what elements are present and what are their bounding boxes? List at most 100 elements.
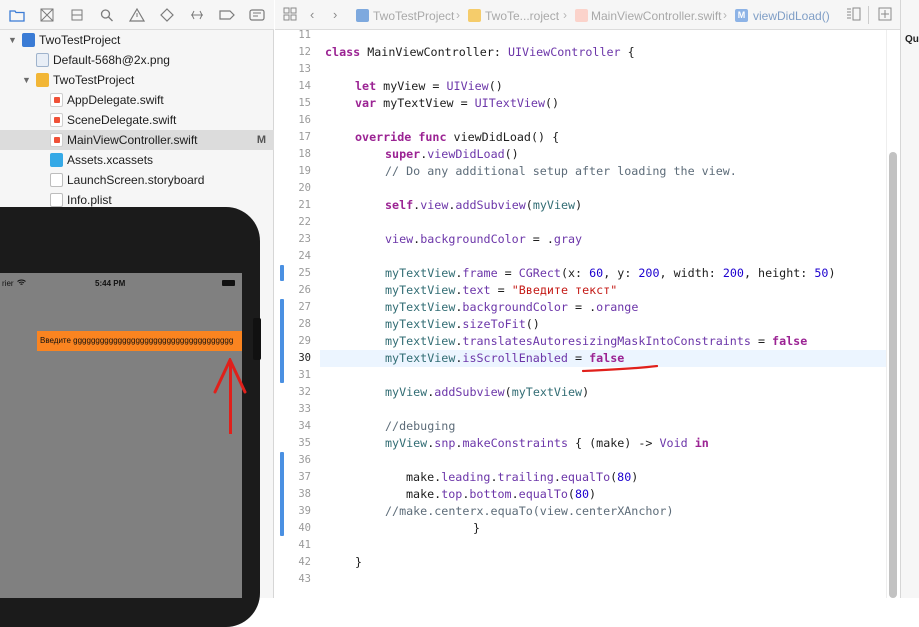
code-line-32[interactable]: myView.addSubview(myTextView) (385, 384, 589, 401)
swift-file-icon (50, 113, 63, 127)
simulator-status-bar: rier 5:44 PM (0, 273, 242, 293)
folder-icon (468, 9, 481, 22)
line-number[interactable]: 12 (275, 44, 311, 61)
code-line-28[interactable]: myTextView.sizeToFit() (385, 316, 540, 333)
forward-chevron-icon[interactable]: › (333, 7, 337, 22)
code-line-19[interactable]: // Do any additional setup after loading… (385, 163, 737, 180)
line-number[interactable]: 30 (275, 350, 311, 367)
code-line-21[interactable]: self.view.addSubview(myView) (385, 197, 582, 214)
editor-options-icon[interactable] (845, 7, 861, 21)
line-number[interactable]: 13 (275, 61, 311, 78)
add-editor-icon[interactable] (878, 7, 892, 21)
line-number[interactable]: 18 (275, 146, 311, 163)
back-chevron-icon[interactable]: ‹ (310, 7, 314, 22)
line-number[interactable]: 14 (275, 78, 311, 95)
line-number[interactable]: 27 (275, 299, 311, 316)
line-number[interactable]: 36 (275, 452, 311, 469)
line-number[interactable]: 16 (275, 112, 311, 129)
code-line-25[interactable]: myTextView.frame = CGRect(x: 60, y: 200,… (385, 265, 835, 282)
code-line-14[interactable]: let myView = UIView() (355, 78, 503, 95)
test-icon[interactable] (159, 8, 175, 22)
tree-item-launchscreen[interactable]: LaunchScreen.storyboard (0, 170, 274, 190)
disclosure-expanded-icon[interactable]: ▼ (22, 70, 32, 90)
tree-item-scenedelegate[interactable]: SceneDelegate.swift (0, 110, 274, 130)
code-line-23[interactable]: view.backgroundColor = .gray (385, 231, 582, 248)
code-line-11[interactable]: class MainViewController: UIViewControll… (325, 44, 635, 61)
source-control-icon[interactable] (39, 8, 55, 22)
code-line-34[interactable]: //debuging (385, 418, 455, 435)
code-line-17[interactable]: override func viewDidLoad() { (355, 129, 559, 146)
code-line-38[interactable]: make.top.bottom.equalTo(80) (406, 486, 596, 503)
issue-icon[interactable] (129, 8, 145, 22)
simulator-screen[interactable] (0, 273, 242, 598)
line-number[interactable]: 32 (275, 384, 311, 401)
line-number[interactable]: 40 (275, 520, 311, 537)
breadcrumb-separator: › (456, 8, 460, 22)
line-number[interactable]: 19 (275, 163, 311, 180)
report-icon[interactable] (249, 8, 265, 22)
line-number[interactable]: 15 (275, 95, 311, 112)
editor-scrollbar-thumb[interactable] (889, 152, 897, 598)
code-line-26[interactable]: myTextView.text = "Введите текст" (385, 282, 617, 299)
tree-item-project[interactable]: ▼ TwoTestProject (0, 30, 274, 50)
code-line-18[interactable]: super.viewDidLoad() (385, 146, 519, 163)
tree-item-label: Default-568h@2x.png (53, 53, 170, 67)
related-items-grid-icon[interactable] (283, 7, 297, 21)
line-number[interactable]: 23 (275, 231, 311, 248)
code-line-37[interactable]: make.leading.trailing.equalTo(80) (406, 469, 638, 486)
code-line-27[interactable]: myTextView.backgroundColor = .orange (385, 299, 638, 316)
line-number[interactable]: 34 (275, 418, 311, 435)
line-number[interactable]: 26 (275, 282, 311, 299)
breadcrumb-separator: › (723, 8, 727, 22)
line-number[interactable]: 25 (275, 265, 311, 282)
line-number[interactable]: 38 (275, 486, 311, 503)
tree-item-label: TwoTestProject (39, 33, 121, 47)
line-number[interactable]: 28 (275, 316, 311, 333)
breadcrumb-group[interactable]: TwoTe...roject (485, 9, 559, 23)
line-number[interactable]: 11 (275, 27, 311, 44)
swift-file-icon (50, 133, 63, 147)
line-number[interactable]: 17 (275, 129, 311, 146)
project-icon (22, 33, 35, 47)
tree-item-default-png[interactable]: Default-568h@2x.png (0, 50, 274, 70)
code-line-39[interactable]: //make.centerx.equaTo(view.centerXAnchor… (385, 503, 674, 520)
breakpoint-icon[interactable] (219, 8, 235, 22)
editor-jump-bar: ‹ › TwoTestProject › TwoTe...roject › Ma… (275, 0, 919, 30)
tree-item-appdelegate[interactable]: AppDelegate.swift (0, 90, 274, 110)
folder-icon[interactable] (9, 8, 25, 22)
line-number[interactable]: 42 (275, 554, 311, 571)
disclosure-expanded-icon[interactable]: ▼ (8, 30, 18, 50)
debug-icon[interactable] (189, 8, 205, 22)
simulator-textview[interactable]: Введите gggggggggggggggggggggggggggggggg… (37, 331, 242, 351)
tree-item-mainviewcontroller[interactable]: MainViewController.swift M (0, 130, 274, 150)
modified-badge: M (256, 134, 266, 146)
swift-file-icon (575, 9, 588, 22)
line-number[interactable]: 21 (275, 197, 311, 214)
code-line-15[interactable]: var myTextView = UITextView() (355, 95, 559, 112)
breadcrumb-project[interactable]: TwoTestProject (373, 9, 454, 23)
line-number[interactable]: 33 (275, 401, 311, 418)
line-number[interactable]: 22 (275, 214, 311, 231)
line-number[interactable]: 20 (275, 180, 311, 197)
code-line-29[interactable]: myTextView.translatesAutoresizingMaskInt… (385, 333, 807, 350)
inspector-label: Qu (905, 34, 919, 45)
tree-item-group-folder[interactable]: ▼ TwoTestProject (0, 70, 274, 90)
wifi-icon (17, 279, 26, 285)
line-number[interactable]: 29 (275, 333, 311, 350)
line-number[interactable]: 24 (275, 248, 311, 265)
line-number[interactable]: 41 (275, 537, 311, 554)
line-number[interactable]: 35 (275, 435, 311, 452)
breadcrumb-method[interactable]: viewDidLoad() (753, 9, 830, 23)
line-number[interactable]: 39 (275, 503, 311, 520)
tree-item-assets[interactable]: Assets.xcassets (0, 150, 274, 170)
code-line-35[interactable]: myView.snp.makeConstraints { (make) -> V… (385, 435, 709, 452)
breadcrumb-file[interactable]: MainViewController.swift (591, 9, 722, 23)
symbol-icon[interactable] (69, 8, 85, 22)
code-line-42[interactable]: } (355, 554, 362, 571)
search-icon[interactable] (99, 8, 115, 22)
line-number[interactable]: 31 (275, 367, 311, 384)
line-number[interactable]: 43 (275, 571, 311, 588)
code-line-40[interactable]: } (473, 520, 480, 537)
red-underline-annotation (582, 365, 658, 373)
line-number[interactable]: 37 (275, 469, 311, 486)
